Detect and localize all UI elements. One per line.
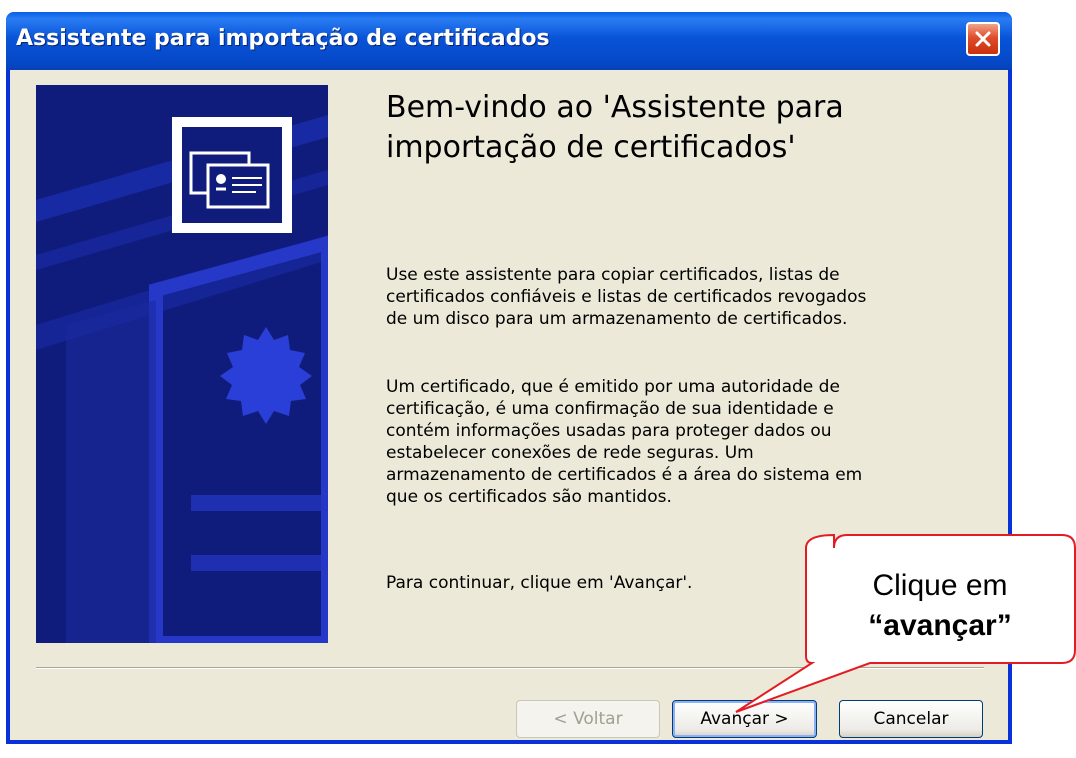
intro-paragraph: Use este assistente para copiar certific…	[386, 265, 867, 329]
welcome-heading: Bem-vindo ao 'Assistente para importação…	[386, 90, 844, 165]
callout-line1: Clique em	[872, 569, 1008, 602]
next-button[interactable]: Avançar >	[672, 700, 817, 738]
cancel-button[interactable]: Cancelar	[839, 700, 983, 738]
certificate-icon	[172, 117, 292, 233]
footer-separator	[36, 667, 984, 669]
callout-line2: “avançar”	[868, 609, 1012, 642]
back-button[interactable]: < Voltar	[516, 700, 660, 738]
wizard-banner-image	[36, 85, 328, 643]
window-title: Assistente para importação de certificad…	[16, 26, 550, 51]
close-icon	[975, 31, 991, 47]
title-bar[interactable]: Assistente para importação de certificad…	[6, 12, 1012, 70]
callout-text: Clique em “avançar”	[820, 566, 1060, 646]
description-paragraph: Um certificado, que é emitido por uma au…	[386, 377, 863, 507]
close-button[interactable]	[966, 22, 1000, 56]
